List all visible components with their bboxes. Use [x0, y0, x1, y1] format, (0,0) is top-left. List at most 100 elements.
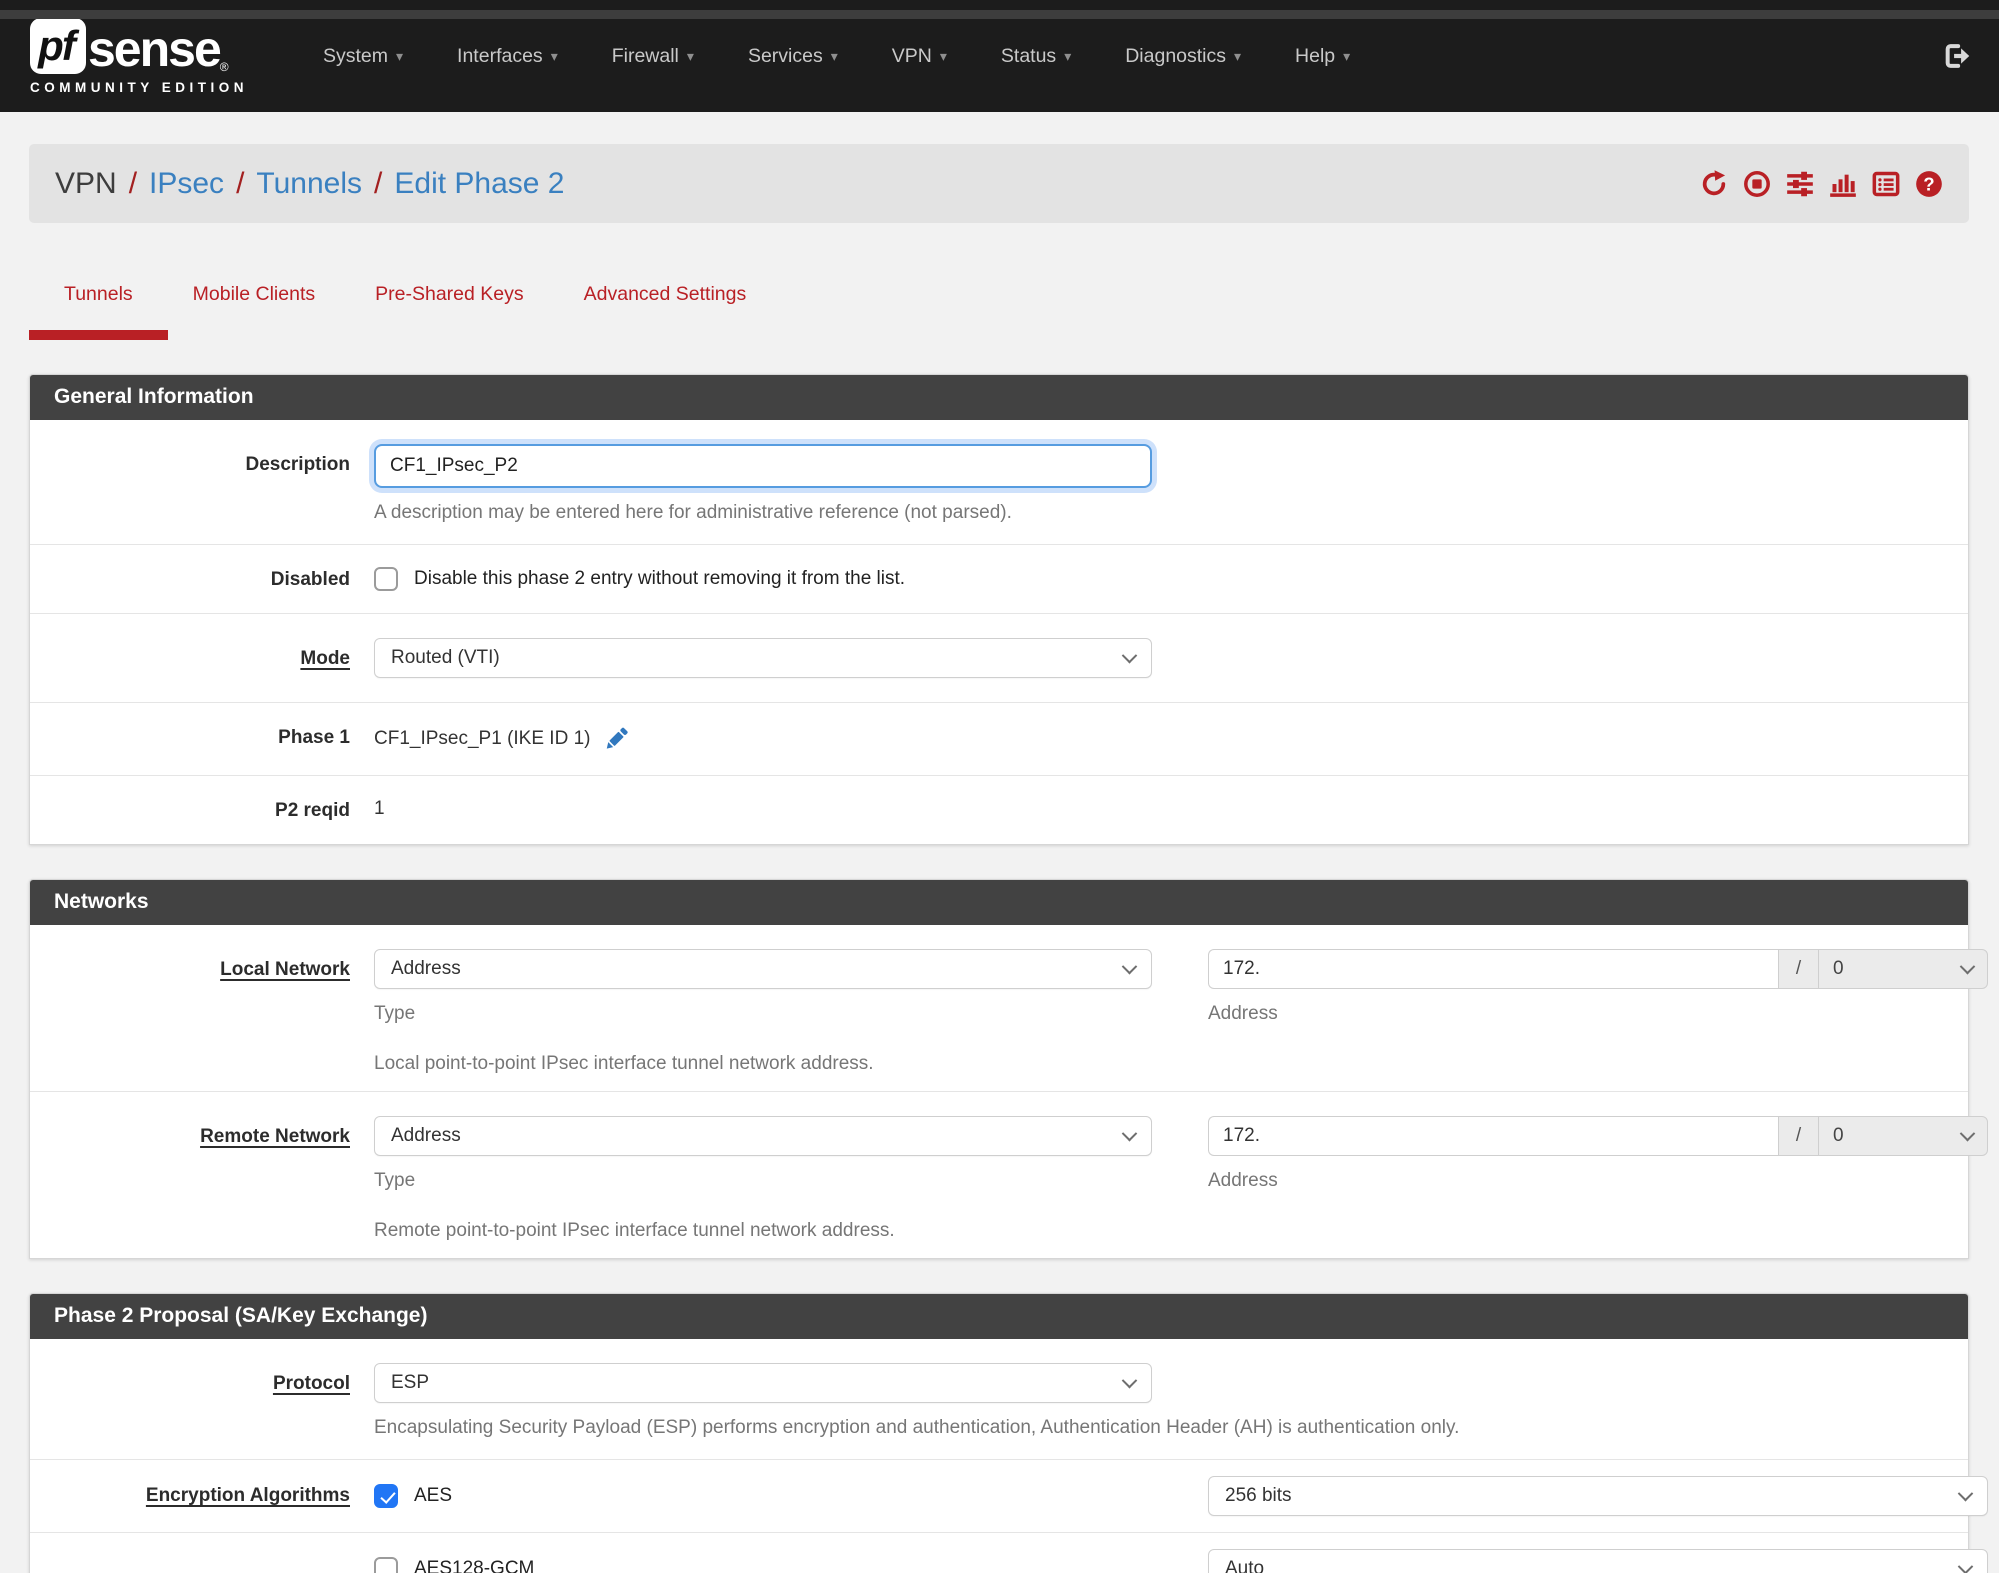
- chevron-down-icon: [1957, 1485, 1974, 1501]
- aes128-gcm-bits-select[interactable]: Auto: [1208, 1549, 1988, 1573]
- local-network-address-input[interactable]: [1208, 949, 1778, 989]
- nav-item-services[interactable]: Services ▾: [721, 45, 865, 68]
- panel-title: General Information: [30, 375, 1968, 420]
- nav-item-interfaces[interactable]: Interfaces ▾: [430, 45, 585, 68]
- breadcrumb-vpn: VPN: [55, 166, 117, 200]
- aes128-gcm-checkbox[interactable]: [374, 1557, 398, 1573]
- tab-pre-shared-keys[interactable]: Pre-Shared Keys: [340, 283, 559, 340]
- field-phase1: Phase 1 CF1_IPsec_P1 (IKE ID 1): [30, 702, 1968, 775]
- tab-tunnels[interactable]: Tunnels: [29, 283, 168, 340]
- breadcrumb-separator: /: [236, 166, 245, 200]
- nav-item-system[interactable]: System ▾: [296, 45, 430, 68]
- bar-chart-icon[interactable]: [1829, 170, 1857, 198]
- section-networks: Networks Local Network Address Type / 0 …: [29, 879, 1988, 1259]
- breadcrumb-tunnels[interactable]: Tunnels: [256, 167, 362, 201]
- field-label: P2 reqid: [275, 800, 350, 821]
- disabled-checkbox[interactable]: [374, 567, 398, 591]
- field-label: Description: [245, 454, 350, 475]
- field-help: Remote point-to-point IPsec interface tu…: [374, 1220, 895, 1241]
- logo-sense-text: sense: [88, 20, 222, 77]
- algorithm-label: AES: [414, 1485, 453, 1506]
- log-icon[interactable]: [1872, 170, 1900, 198]
- chevron-down-icon: [1121, 1372, 1138, 1388]
- caret-down-icon: ▾: [550, 47, 558, 64]
- field-label: Encryption Algorithms: [145, 1485, 350, 1506]
- sliders-icon[interactable]: [1786, 170, 1814, 198]
- field-mode: Mode Routed (VTI): [30, 613, 1968, 702]
- help-icon[interactable]: ?: [1915, 170, 1943, 198]
- sign-out-icon[interactable]: [1943, 42, 1971, 70]
- svg-text:?: ?: [1923, 173, 1934, 194]
- aes-checkbox[interactable]: [374, 1484, 398, 1508]
- breadcrumb-edit-phase-2[interactable]: Edit Phase 2: [394, 167, 564, 201]
- p2-reqid-value: 1: [374, 798, 385, 819]
- slash-separator: /: [1778, 1116, 1818, 1156]
- breadcrumb-ipsec[interactable]: IPsec: [149, 167, 224, 201]
- field-encryption-aes128gcm: AES128-GCM Auto: [30, 1532, 1988, 1573]
- nav-item-vpn[interactable]: VPN ▾: [865, 45, 974, 68]
- remote-network-type-select[interactable]: Address: [374, 1116, 1152, 1156]
- nav-item-help[interactable]: Help ▾: [1268, 45, 1377, 68]
- section-general-information: General Information Description A descri…: [29, 374, 1969, 845]
- breadcrumb-separator: /: [128, 166, 138, 200]
- remote-network-address-input[interactable]: [1208, 1116, 1778, 1156]
- tab-mobile-clients[interactable]: Mobile Clients: [158, 283, 350, 340]
- breadcrumb-separator: /: [374, 166, 383, 200]
- field-encryption-aes: Encryption Algorithms AES 256 bits: [30, 1459, 1988, 1532]
- remote-network-prefix-select[interactable]: 0: [1818, 1116, 1988, 1156]
- nav-item-diagnostics[interactable]: Diagnostics ▾: [1098, 45, 1268, 68]
- main-menu: System ▾ Interfaces ▾ Firewall ▾ Services ▾ …: [296, 45, 1377, 68]
- field-protocol: Protocol ESP Encapsulating Security Payl…: [30, 1339, 1968, 1459]
- breadcrumb: VPN / IPsec / Tunnels / Edit Phase 2: [55, 167, 565, 201]
- chevron-down-icon: [1121, 1125, 1138, 1141]
- field-label: Disabled: [270, 569, 350, 590]
- chevron-down-icon: [1959, 958, 1976, 974]
- chevron-down-icon: [1959, 1125, 1976, 1141]
- nav-item-firewall[interactable]: Firewall ▾: [585, 45, 721, 68]
- algorithm-label: AES128-GCM: [414, 1558, 535, 1573]
- edit-pencil-icon[interactable]: [602, 725, 630, 753]
- registered-mark: ®: [219, 59, 229, 74]
- nav-item-status[interactable]: Status ▾: [974, 45, 1098, 68]
- field-description: Description A description may be entered…: [30, 420, 1968, 544]
- field-help: Encapsulating Security Payload (ESP) per…: [374, 1417, 1460, 1438]
- field-label: Remote Network: [200, 1126, 350, 1147]
- top-navbar: pf sense ® COMMUNITY EDITION System ▾ Int…: [0, 0, 1999, 112]
- field-help: A description may be entered here for ad…: [374, 502, 1012, 523]
- field-help: Address: [1208, 1003, 1278, 1024]
- phase1-value: CF1_IPsec_P1 (IKE ID 1): [374, 728, 591, 749]
- panel-title: Phase 2 Proposal (SA/Key Exchange): [30, 1294, 1968, 1339]
- aes-bits-select[interactable]: 256 bits: [1208, 1476, 1988, 1516]
- field-help: Type: [374, 1003, 416, 1024]
- tab-bar: Tunnels Mobile Clients Pre-Shared Keys A…: [29, 283, 1969, 340]
- breadcrumb-panel: VPN / IPsec / Tunnels / Edit Phase 2 ?: [29, 144, 1969, 223]
- field-help: Local point-to-point IPsec interface tun…: [374, 1053, 874, 1074]
- caret-down-icon: ▾: [939, 47, 947, 64]
- caret-down-icon: ▾: [830, 47, 838, 64]
- local-network-type-select[interactable]: Address: [374, 949, 1152, 989]
- field-label: Phase 1: [278, 727, 350, 748]
- caret-down-icon: ▾: [686, 47, 694, 64]
- chevron-down-icon: [1957, 1558, 1974, 1573]
- mode-select[interactable]: Routed (VTI): [374, 638, 1152, 678]
- field-help: Address: [1208, 1170, 1278, 1191]
- refresh-icon[interactable]: [1700, 169, 1728, 198]
- chevron-down-icon: [1121, 647, 1138, 663]
- field-local-network: Local Network Address Type / 0 Address L…: [30, 925, 1988, 1091]
- stop-icon[interactable]: [1743, 170, 1771, 198]
- checkbox-label: Disable this phase 2 entry without remov…: [414, 568, 906, 589]
- field-label: Mode: [300, 648, 350, 669]
- field-disabled: Disabled Disable this phase 2 entry with…: [30, 544, 1968, 613]
- page-action-icons: ?: [1700, 169, 1943, 198]
- pfsense-logo[interactable]: pf sense ® COMMUNITY EDITION: [30, 17, 248, 95]
- slash-separator: /: [1778, 949, 1818, 989]
- field-remote-network: Remote Network Address Type / 0 Address …: [30, 1091, 1988, 1258]
- description-input[interactable]: [374, 444, 1152, 488]
- caret-down-icon: ▾: [1343, 47, 1351, 64]
- local-network-prefix-select[interactable]: 0: [1818, 949, 1988, 989]
- tab-advanced-settings[interactable]: Advanced Settings: [549, 283, 782, 340]
- field-help: Type: [374, 1170, 416, 1191]
- panel-title: Networks: [30, 880, 1968, 925]
- chevron-down-icon: [1121, 958, 1138, 974]
- protocol-select[interactable]: ESP: [374, 1363, 1152, 1403]
